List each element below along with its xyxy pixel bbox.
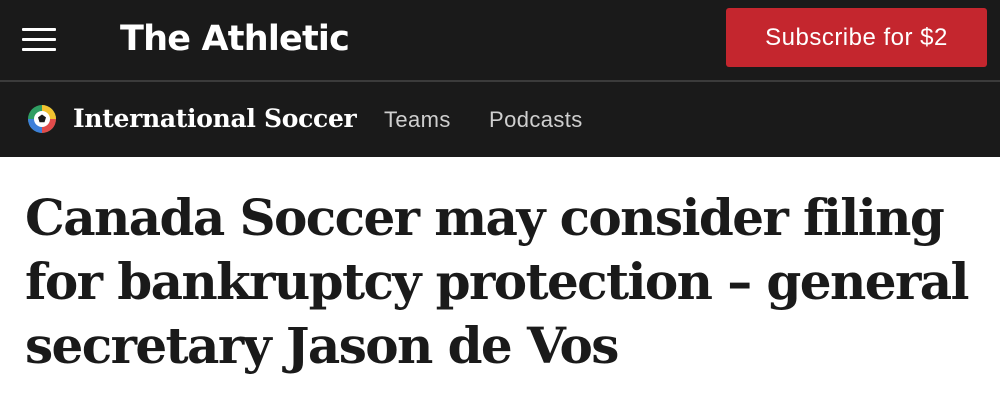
nav-link-teams[interactable]: Teams	[384, 106, 451, 134]
site-logo[interactable]: The Athletic	[120, 14, 350, 64]
menu-line	[22, 38, 56, 41]
subscribe-button[interactable]: Subscribe for $2	[726, 8, 987, 67]
section-title[interactable]: International Soccer	[73, 101, 357, 137]
article-headline: Canada Soccer may consider filing for ba…	[25, 188, 970, 375]
top-header: The Athletic Subscribe for $2	[0, 0, 1000, 80]
soccer-ball-icon[interactable]	[27, 104, 57, 134]
menu-line	[22, 48, 56, 51]
nav-link-podcasts[interactable]: Podcasts	[489, 106, 583, 134]
section-nav: International Soccer Teams Podcasts	[0, 82, 1000, 157]
hamburger-menu-icon[interactable]	[22, 26, 56, 52]
menu-line	[22, 28, 56, 31]
